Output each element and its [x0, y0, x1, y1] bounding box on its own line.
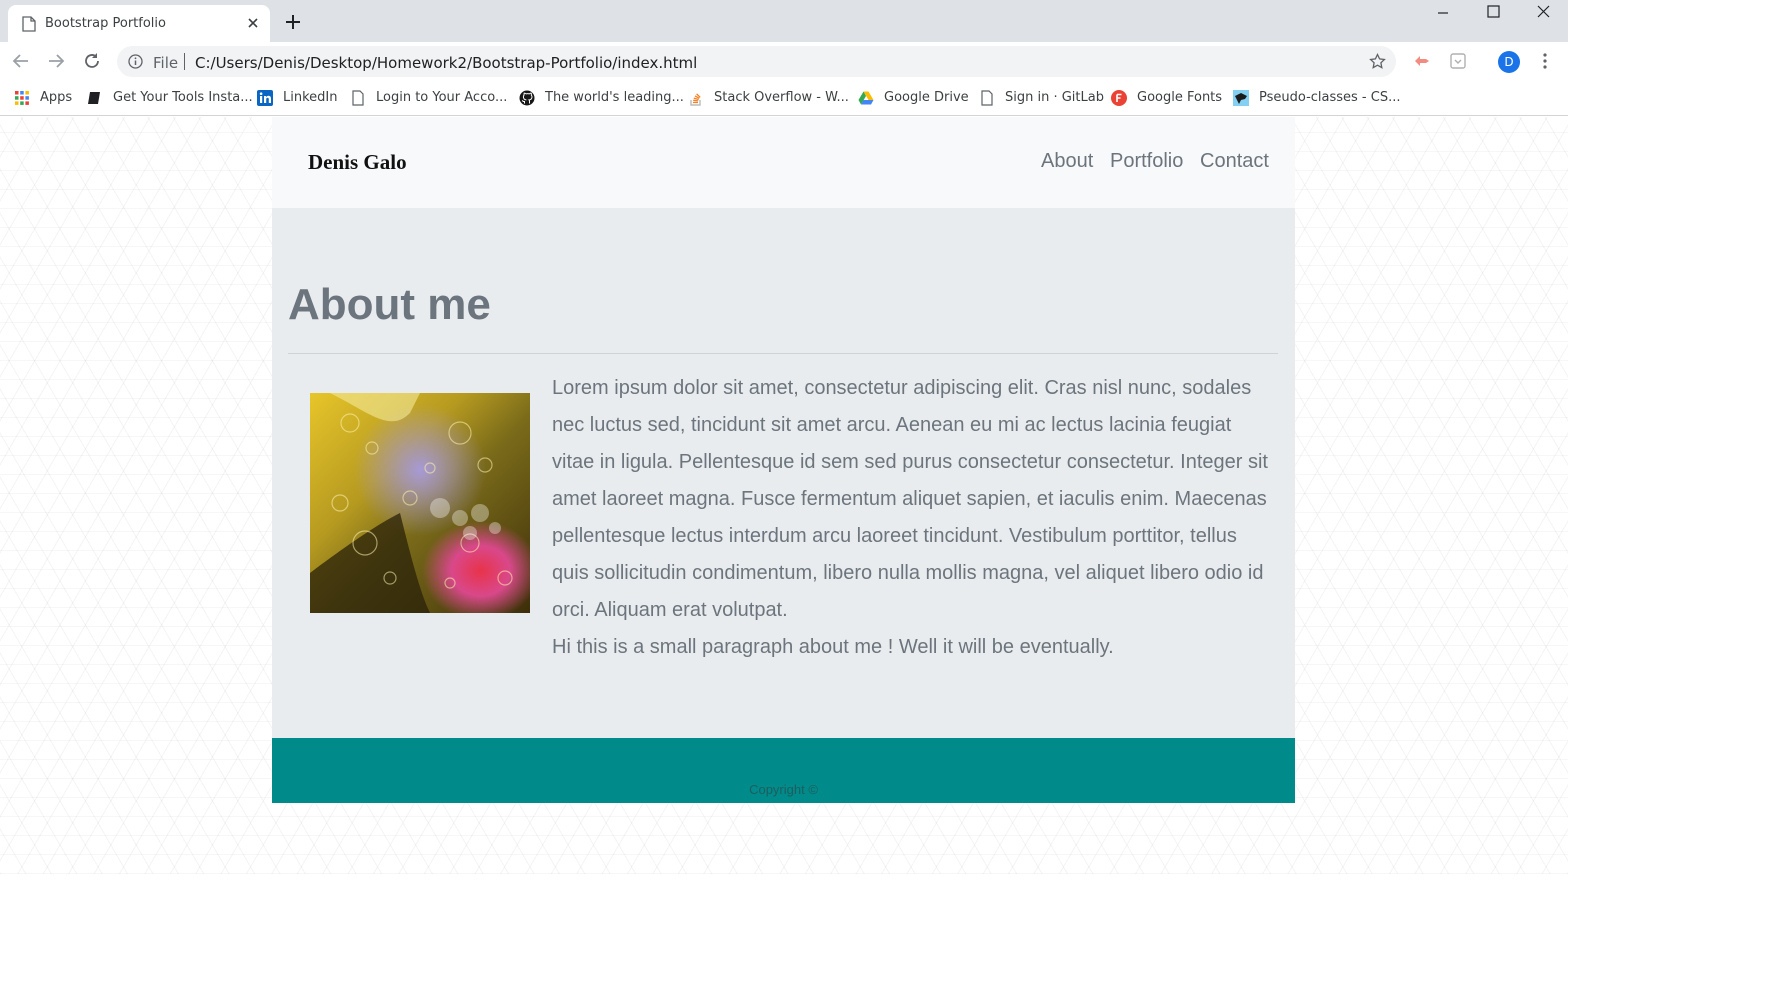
stackoverflow-icon	[690, 93, 701, 106]
reload-icon[interactable]	[83, 52, 101, 70]
abstract-oil-bubbles-image	[310, 393, 530, 613]
mdn-icon	[1233, 90, 1249, 106]
apps-grid-icon	[15, 91, 29, 105]
nav-link-contact[interactable]: Contact	[1200, 150, 1269, 173]
google-drive-icon	[858, 91, 874, 105]
linkedin-icon	[257, 90, 273, 106]
book-icon	[88, 92, 100, 104]
page-icon	[352, 90, 364, 106]
browser-toolbar: File C:/Users/Denis/Desktop/Homework2/Bo…	[0, 42, 1568, 80]
page-icon	[981, 90, 993, 106]
navbar-brand[interactable]: Denis Galo	[308, 150, 407, 175]
extension-icon[interactable]	[1413, 52, 1431, 70]
site-navbar: Denis Galo About Portfolio Contact	[272, 117, 1295, 208]
address-bar[interactable]: File C:/Users/Denis/Desktop/Homework2/Bo…	[117, 46, 1396, 77]
about-paragraph: Lorem ipsum dolor sit amet, consectetur …	[552, 370, 1278, 666]
info-icon[interactable]	[128, 54, 143, 69]
close-window-icon[interactable]	[1520, 4, 1566, 22]
nav-link-portfolio[interactable]: Portfolio	[1110, 150, 1183, 173]
extension-box-icon[interactable]	[1449, 52, 1467, 70]
browser-tab[interactable]: Bootstrap Portfolio	[8, 5, 270, 42]
page-viewport: Denis Galo About Portfolio Contact About…	[0, 117, 1568, 874]
browser-tabstrip: Bootstrap Portfolio	[0, 0, 1568, 42]
star-icon[interactable]	[1369, 53, 1386, 70]
site-footer: Copyright ©	[272, 738, 1295, 803]
about-text-short: Hi this is a small paragraph about me ! …	[552, 636, 1114, 658]
more-menu-icon[interactable]	[1538, 52, 1552, 70]
minimize-icon[interactable]	[1420, 4, 1466, 22]
page-icon	[22, 16, 36, 32]
close-icon[interactable]	[244, 14, 262, 32]
forward-arrow-icon[interactable]	[47, 52, 65, 70]
github-icon	[519, 90, 535, 106]
section-divider	[288, 353, 1278, 354]
bookmarks-bar: Apps Get Your Tools Insta... LinkedIn Lo…	[0, 80, 1568, 116]
tab-title: Bootstrap Portfolio	[45, 16, 166, 31]
url-text[interactable]: C:/Users/Denis/Desktop/Homework2/Bootstr…	[195, 54, 697, 72]
new-tab-icon[interactable]	[284, 13, 302, 31]
back-arrow-icon[interactable]	[12, 52, 30, 70]
google-fonts-icon	[1111, 90, 1127, 106]
copyright-text: Copyright ©	[749, 782, 818, 797]
nav-link-about[interactable]: About	[1041, 150, 1093, 173]
maximize-icon[interactable]	[1470, 4, 1516, 22]
about-section: About me Lorem ipsum dolor sit amet, con…	[272, 208, 1295, 738]
url-separator	[184, 53, 185, 70]
page-title: About me	[288, 280, 491, 329]
about-text: Lorem ipsum dolor sit amet, consectetur …	[552, 377, 1268, 621]
url-scheme: File	[153, 54, 179, 72]
profile-photo	[310, 393, 530, 613]
profile-avatar[interactable]: D	[1498, 51, 1520, 73]
